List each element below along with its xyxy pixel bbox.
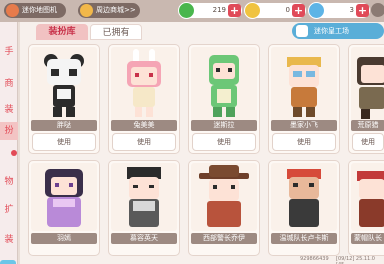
character-art-4 <box>271 47 337 125</box>
star-value: 3 <box>349 6 354 14</box>
character-name-1: 胖哒 <box>31 120 97 131</box>
add-beans-button[interactable]: + <box>292 4 305 17</box>
character-card-10[interactable]: 蒙帽队长 <box>348 160 384 256</box>
tab-outfit-library[interactable]: 装扮库 <box>36 24 88 40</box>
use-button-2[interactable]: 使用 <box>112 133 176 151</box>
top-bar: 迷你地图机>> 周边商城>> 219 + 0 + 3 + <box>0 0 384 29</box>
workshop-button[interactable]: 迷你皇工场 <box>292 23 384 39</box>
sidebar-item-7[interactable]: 装 <box>0 232 18 245</box>
bean-counter: 0 + <box>244 2 306 19</box>
character-card-5[interactable]: 荒原猎 使用 <box>348 44 384 154</box>
sidebar-item-6[interactable]: 扩 <box>0 202 18 215</box>
character-art-7 <box>111 163 177 231</box>
character-card-8[interactable]: 西部警长乔伊 <box>188 160 260 256</box>
add-coins-button[interactable]: + <box>228 4 241 17</box>
star-counter: 3 + <box>308 2 370 19</box>
wasteland-hunter-avatar-icon <box>357 57 384 119</box>
weekly-shop-label: 周边商城>> <box>96 6 136 14</box>
shop-icon <box>80 4 93 17</box>
character-art-8 <box>191 163 257 231</box>
sidebar-item-1[interactable]: 手 <box>0 44 18 57</box>
character-art-1 <box>31 47 97 125</box>
settings-icon[interactable] <box>371 3 384 17</box>
character-art-3 <box>191 47 257 125</box>
bean-icon <box>244 2 261 19</box>
sidebar-item-4[interactable]: 扮 <box>0 122 18 140</box>
character-art-9 <box>271 163 337 231</box>
character-name-7: 慕容英天 <box>111 233 177 244</box>
sidebar-item-2[interactable]: 商 <box>0 76 18 89</box>
coin-icon <box>178 2 195 19</box>
character-name-9: 温城队长卢卡斯 <box>271 233 337 244</box>
character-card-4[interactable]: 墨家小飞 使用 <box>268 44 340 154</box>
mohist-boy-avatar-icon <box>287 57 321 117</box>
notification-dot <box>11 150 17 156</box>
sheriff-avatar-icon <box>199 165 249 227</box>
add-stars-button[interactable]: + <box>356 4 369 17</box>
use-button-4[interactable]: 使用 <box>272 133 336 151</box>
bunny-girl-avatar-icon <box>127 49 161 117</box>
dino-avatar-icon <box>209 55 239 117</box>
yuyan-avatar-icon <box>45 169 83 227</box>
character-card-2[interactable]: 兔美美 使用 <box>108 44 180 154</box>
use-button-1[interactable]: 使用 <box>32 133 96 151</box>
map-icon <box>6 4 19 17</box>
panda-avatar-icon <box>44 54 84 117</box>
weekly-shop-button[interactable]: 周边商城>> <box>78 3 140 18</box>
character-name-3: 迷斯拉 <box>191 120 257 131</box>
character-name-6: 羽嫣 <box>31 233 97 244</box>
use-button-3[interactable]: 使用 <box>192 133 256 151</box>
sidebar-item-5[interactable]: 物 <box>0 174 18 187</box>
character-card-3[interactable]: 迷斯拉 使用 <box>188 44 260 154</box>
character-card-1[interactable]: 胖哒 使用 <box>28 44 100 154</box>
captain-avatar-icon <box>357 171 384 227</box>
sidebar-item-3[interactable]: 装 <box>0 102 18 115</box>
character-name-4: 墨家小飞 <box>271 120 337 131</box>
murong-avatar-icon <box>127 167 161 227</box>
lucas-avatar-icon <box>287 169 321 227</box>
character-card-7[interactable]: 慕容英天 <box>108 160 180 256</box>
character-name-2: 兔美美 <box>111 120 177 131</box>
character-name-5: 荒原猎 <box>351 120 384 131</box>
use-button-5[interactable]: 使用 <box>352 133 384 151</box>
user-id: 929866439 <box>300 256 329 262</box>
character-name-8: 西部警长乔伊 <box>191 233 257 244</box>
bean-value: 0 <box>285 6 290 14</box>
coin-counter: 219 + <box>178 2 242 19</box>
character-card-6[interactable]: 羽嫣 <box>28 160 100 256</box>
character-art-2 <box>111 47 177 125</box>
character-art-5 <box>351 47 384 125</box>
character-card-9[interactable]: 温城队长卢卡斯 <box>268 160 340 256</box>
tab-owned[interactable]: 已拥有 <box>90 24 142 40</box>
mini-map-button[interactable]: 迷你地图机>> <box>4 3 66 29</box>
workshop-label: 迷你皇工场 <box>314 27 349 35</box>
sidebar-bottom-button[interactable] <box>0 260 16 264</box>
version-info: [09/12] 25.11.0 [45 <box>336 256 375 264</box>
character-name-10: 蒙帽队长 <box>351 233 384 244</box>
coin-value: 219 <box>212 6 226 14</box>
sidebar: 手 商 装 扮 物 扩 装 <box>0 22 18 264</box>
character-art-6 <box>31 163 97 231</box>
character-art-10 <box>351 163 384 231</box>
star-icon <box>308 2 325 19</box>
workshop-icon <box>296 25 308 37</box>
